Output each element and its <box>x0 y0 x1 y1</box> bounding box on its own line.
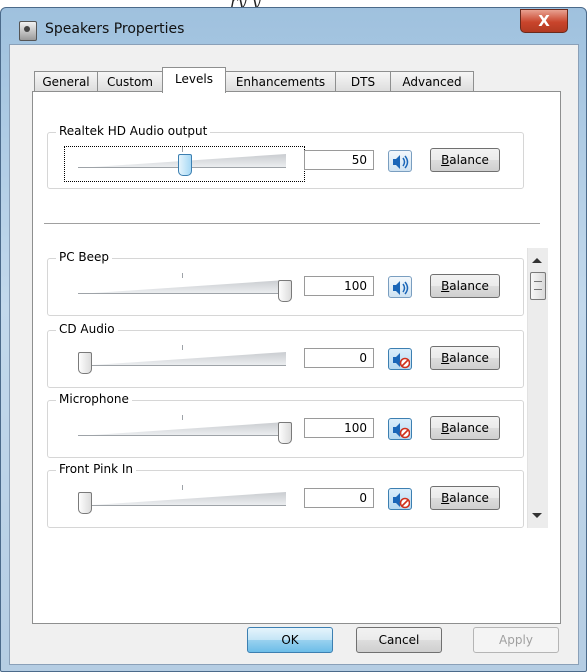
slider-tick <box>182 345 183 350</box>
cancel-button[interactable]: Cancel <box>356 627 442 653</box>
master-volume-slider[interactable] <box>78 146 288 176</box>
slider-track <box>78 492 286 506</box>
slider-tick <box>182 415 183 420</box>
device-balance-button-cd-audio[interactable]: Balance <box>430 346 500 370</box>
device-mute-button-front-pink-in[interactable] <box>388 488 412 510</box>
balance-label-rest: alance <box>449 351 489 365</box>
slider-thumb[interactable] <box>278 280 292 302</box>
title-bar[interactable]: Speakers Properties X <box>1 8 586 48</box>
device-volume-value-cd-audio[interactable]: 0 <box>304 348 374 368</box>
balance-label-rest: alance <box>449 491 489 505</box>
scroll-thumb[interactable] <box>530 272 546 300</box>
slider-thumb[interactable] <box>178 154 192 176</box>
slider-tick <box>182 273 183 278</box>
device-label-front-pink-in: Front Pink In <box>56 462 136 476</box>
device-mute-button-pc-beep[interactable] <box>388 276 412 298</box>
device-volume-value-front-pink-in[interactable]: 0 <box>304 488 374 508</box>
speaker-icon <box>393 281 409 295</box>
close-button[interactable]: X <box>520 9 568 33</box>
device-label-cd-audio: CD Audio <box>56 322 118 336</box>
speaker-muted-icon <box>393 423 410 439</box>
tab-dts[interactable]: DTS <box>335 71 391 92</box>
slider-thumb[interactable] <box>278 422 292 444</box>
device-volume-value-pc-beep[interactable]: 100 <box>304 276 374 296</box>
slider-tick <box>182 485 183 490</box>
balance-label-rest: alance <box>449 153 489 167</box>
tab-enhancements[interactable]: Enhancements <box>225 71 336 92</box>
device-volume-value-microphone[interactable]: 100 <box>304 418 374 438</box>
slider-thumb[interactable] <box>78 492 92 514</box>
device-list-scrollbar[interactable] <box>527 248 548 528</box>
slider-baseline <box>78 505 286 506</box>
speaker-muted-icon <box>393 493 410 509</box>
slider-track <box>78 280 286 294</box>
device-mute-button-cd-audio[interactable] <box>388 348 412 370</box>
device-balance-button-pc-beep[interactable]: Balance <box>430 274 500 298</box>
speaker-icon <box>393 155 409 169</box>
balance-label-rest: alance <box>449 279 489 293</box>
device-volume-slider-microphone[interactable] <box>78 414 292 444</box>
tab-custom[interactable]: Custom <box>97 71 163 92</box>
tab-levels[interactable]: Levels <box>162 67 226 93</box>
device-mute-button-microphone[interactable] <box>388 418 412 440</box>
tab-advanced[interactable]: Advanced <box>390 71 474 92</box>
master-output-label: Realtek HD Audio output <box>56 124 211 138</box>
slider-track <box>78 352 286 366</box>
speaker-muted-icon <box>393 353 410 369</box>
device-volume-slider-front-pink-in[interactable] <box>78 484 288 514</box>
apply-button[interactable]: Apply <box>473 627 559 653</box>
speaker-app-icon <box>19 21 37 41</box>
slider-tick <box>182 147 183 152</box>
master-balance-button[interactable]: Balance <box>430 148 500 172</box>
slider-baseline <box>78 365 286 366</box>
slider-track <box>78 422 286 436</box>
slider-baseline <box>78 293 286 294</box>
device-volume-slider-cd-audio[interactable] <box>78 344 288 374</box>
device-balance-button-front-pink-in[interactable]: Balance <box>430 486 500 510</box>
device-label-microphone: Microphone <box>56 392 132 406</box>
master-mute-button[interactable] <box>388 150 412 172</box>
slider-thumb[interactable] <box>78 352 92 374</box>
scroll-down-arrow-icon[interactable] <box>532 513 542 518</box>
window-title: Speakers Properties <box>45 21 185 37</box>
tab-general[interactable]: General <box>34 71 98 92</box>
ok-button[interactable]: OK <box>247 627 333 653</box>
device-label-pc-beep: PC Beep <box>56 250 113 264</box>
master-volume-value[interactable]: 50 <box>304 150 374 170</box>
device-balance-button-microphone[interactable]: Balance <box>430 416 500 440</box>
section-divider <box>44 223 540 225</box>
device-volume-slider-pc-beep[interactable] <box>78 272 292 302</box>
slider-baseline <box>78 435 286 436</box>
scroll-up-arrow-icon[interactable] <box>532 258 542 263</box>
balance-label-rest: alance <box>449 421 489 435</box>
